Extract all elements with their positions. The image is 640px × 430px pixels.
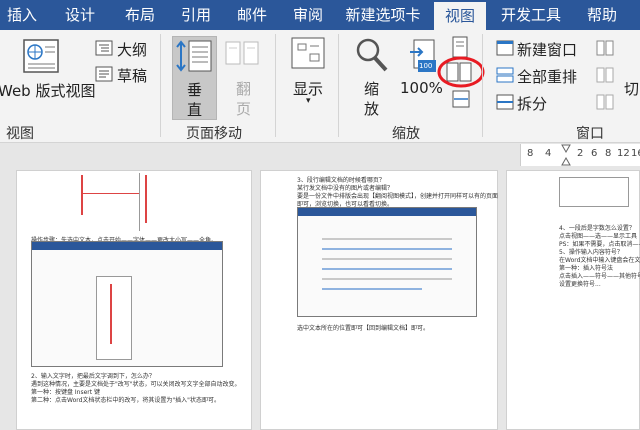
text-frame [139, 173, 140, 231]
screenshot-text-line [322, 278, 452, 280]
screenshot-text-line [322, 238, 452, 240]
group-divider [275, 34, 276, 137]
outline-label: 大纲 [117, 41, 148, 59]
page-text: 设置更换符号... [559, 281, 601, 288]
draft-label: 草稿 [117, 67, 148, 85]
document-page-right: 4、一段后是字数怎么设置？ 点击视图——选——显示工具 PS：如果不需要，点击取… [506, 170, 640, 430]
tab-view[interactable]: 视图 [434, 2, 486, 30]
tab-references[interactable]: 引用 [174, 0, 218, 30]
ruler-tick: 12 [617, 148, 630, 159]
screenshot-text-line [322, 258, 452, 260]
red-vertical-text [81, 175, 83, 215]
new-window-label: 新建窗口 [517, 41, 578, 59]
group-divider [482, 34, 483, 137]
ruler-tick: 6 [591, 148, 598, 159]
page-width-icon [452, 90, 470, 108]
embedded-screenshot [297, 207, 477, 317]
tab-developer[interactable]: 开发工具 [494, 0, 568, 30]
zoom-label-top: 缩 [364, 80, 380, 98]
screenshot-text-line [322, 288, 422, 290]
window-group-label: 窗口 [576, 126, 604, 142]
tab-review[interactable]: 审阅 [286, 0, 330, 30]
tab-design[interactable]: 设计 [58, 0, 102, 30]
split-icon [496, 94, 514, 110]
new-window-icon [496, 40, 514, 56]
screenshot-titlebar [298, 208, 476, 216]
zoom-label-bottom: 放 [364, 100, 380, 118]
web-layout-label: Web 版式视图 [0, 82, 96, 100]
draft-icon [95, 66, 113, 82]
group-divider [338, 34, 339, 137]
outline-icon [95, 40, 113, 56]
horizontal-ruler[interactable]: 8 4 2 6 8 12 16 [520, 144, 640, 166]
indent-marker-icon[interactable] [561, 144, 571, 166]
chevron-down-icon: ▾ [306, 96, 311, 106]
screenshot-text-line [322, 268, 452, 270]
zoom-group-label: 缩放 [392, 126, 420, 142]
side-by-side-icon [596, 40, 614, 56]
screenshot-titlebar [32, 242, 222, 250]
ruler-tick: 16 [631, 148, 640, 159]
arrange-all-label: 全部重排 [517, 68, 578, 86]
page-movement-group-label: 页面移动 [186, 126, 242, 142]
ribbon: Web 版式视图 大纲 草稿 视图 垂 直 翻 页 页面移动 显示 ▾ 缩 放 … [0, 30, 640, 143]
page-text: 第二种：点击Word文档状态栏中的改写，将其设置为"插入"状态即可。 [31, 397, 220, 404]
side-label-top: 翻 [236, 80, 252, 98]
switch-window-label[interactable]: 切 [624, 78, 639, 99]
tab-insert[interactable]: 插入 [0, 0, 44, 30]
vertical-label-bottom: 直 [187, 101, 203, 119]
ruler-tick: 8 [527, 148, 534, 159]
reset-window-icon [596, 94, 614, 110]
red-line [83, 193, 139, 194]
side-to-side-icon [225, 41, 259, 65]
embedded-screenshot [559, 177, 629, 207]
embedded-screenshot [31, 241, 223, 367]
highlight-circle [437, 56, 485, 88]
vertical-button[interactable]: 垂 直 [172, 36, 217, 120]
screenshot-text-line [322, 248, 452, 250]
document-page-center: 3、段行编辑文档的时候看哪页？ 某行发文档中没有的图片或者编辑？ 要是一份文件中… [260, 170, 498, 430]
arrange-all-icon [496, 67, 514, 83]
group-divider [160, 34, 161, 137]
split-label: 拆分 [517, 95, 548, 113]
screenshot-textbox [96, 276, 132, 360]
vertical-label-top: 垂 [187, 81, 203, 99]
ruler-tick: 2 [577, 148, 584, 159]
page-text: 选中文本所在的位置即可【回到编辑文档】即可。 [297, 325, 430, 332]
show-icon [291, 37, 325, 69]
red-vertical-text [145, 175, 147, 223]
sync-scroll-icon [596, 67, 614, 83]
ruler-tick: 8 [605, 148, 612, 159]
tab-help[interactable]: 帮助 [580, 0, 624, 30]
ruler-tick: 4 [545, 148, 552, 159]
vertical-scroll-icon [176, 40, 212, 72]
tab-new-tab[interactable]: 新建选项卡 [338, 0, 428, 30]
zoom-100-badge: 100 [419, 62, 433, 70]
web-layout-icon [23, 39, 59, 73]
red-vertical-text [110, 284, 112, 344]
side-label-bottom: 页 [236, 100, 252, 118]
document-page-left: 操作步骤：先选中文本，点击开始——字体——更改大小写——全角。 2、输入文字时，… [16, 170, 252, 430]
tab-layout[interactable]: 布局 [118, 0, 162, 30]
tab-mailings[interactable]: 邮件 [230, 0, 274, 30]
ribbon-tab-bar: 插入 设计 布局 引用 邮件 审阅 新建选项卡 视图 开发工具 帮助 [0, 0, 640, 30]
magnifier-icon [356, 38, 388, 72]
views-group-label: 视图 [6, 126, 34, 142]
